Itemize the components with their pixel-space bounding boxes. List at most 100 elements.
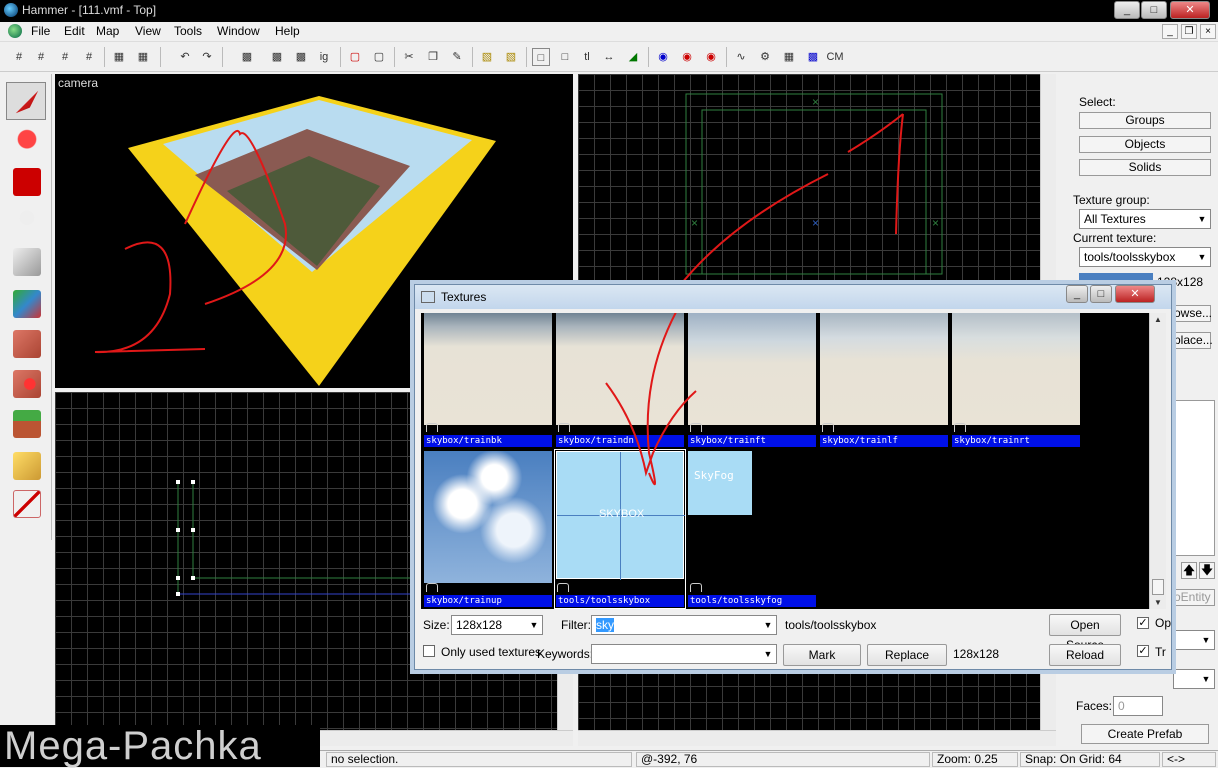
texture-tile[interactable]: SkyFog tools/toolsskyfog [688, 451, 816, 607]
select-groups-button[interactable]: Groups [1079, 112, 1211, 129]
menu-file[interactable]: File [31, 24, 50, 38]
undo-icon[interactable]: ↶ [176, 48, 194, 66]
group-icon[interactable]: ▦ [110, 48, 128, 66]
filter-input[interactable]: sky ▼ [591, 615, 777, 635]
select-solids-button[interactable]: Solids [1079, 159, 1211, 176]
display-area-icon[interactable]: ◉ [702, 48, 720, 66]
texture-browser-icon[interactable]: ▩ [804, 48, 822, 66]
decal-tool-button[interactable] [6, 364, 46, 402]
to-entity-button[interactable]: oEntity [1173, 589, 1215, 606]
top-view-viewport[interactable]: × × × × [578, 74, 1056, 288]
grid-toggle-icon[interactable]: # [10, 48, 28, 66]
close-button[interactable]: ✕ [1170, 1, 1210, 19]
top-view-vscroll[interactable] [1040, 74, 1056, 288]
camera-tool-button[interactable] [6, 162, 46, 200]
menu-edit[interactable]: Edit [64, 24, 85, 38]
move-down-button[interactable]: 🡇 [1199, 562, 1215, 579]
texture-application-button[interactable] [6, 284, 46, 322]
entity-tool-button[interactable] [6, 202, 46, 240]
mark-button[interactable]: Mark [783, 644, 861, 666]
texture-tile[interactable]: skybox/trainft [688, 313, 816, 447]
vertex-tool-button[interactable] [6, 484, 46, 522]
keywords-select[interactable]: ▼ [591, 644, 777, 664]
carve-icon[interactable]: ▩ [238, 48, 256, 66]
copy-icon[interactable]: ❐ [424, 48, 442, 66]
grid-3d-icon[interactable]: # [32, 48, 50, 66]
current-texture-select[interactable]: tools/toolsskybox ▼ [1079, 247, 1211, 267]
entity-report-icon[interactable]: ∿ [732, 48, 750, 66]
menu-tools[interactable]: Tools [174, 24, 202, 38]
option-tr-checkbox[interactable]: ✓ [1137, 645, 1149, 657]
option-op-checkbox[interactable]: ✓ [1137, 617, 1149, 629]
ungroup-icon[interactable]: ▦ [134, 48, 152, 66]
menu-help[interactable]: Help [275, 24, 300, 38]
mdi-minimize-button[interactable]: _ [1162, 24, 1178, 39]
move-to-world-icon[interactable]: ▢ [370, 48, 388, 66]
texture-tile[interactable]: skybox/trainup [424, 451, 552, 607]
rp-dropdown-2[interactable]: ▼ [1173, 669, 1215, 689]
larger-grid-icon[interactable]: # [80, 48, 98, 66]
smaller-grid-icon[interactable]: # [56, 48, 74, 66]
rp-dropdown-1[interactable]: ▼ [1173, 630, 1215, 650]
texture-tile[interactable]: skybox/traindn [556, 313, 684, 447]
hide-items-icon[interactable]: ▧ [478, 48, 496, 66]
size-select[interactable]: 128x128 ▼ [451, 615, 543, 635]
texture-tile[interactable]: skybox/trainrt [952, 313, 1080, 447]
browse-button[interactable]: owse... [1173, 305, 1212, 322]
apply-texture-button[interactable] [6, 324, 46, 362]
check-problems-icon[interactable]: ⚙ [756, 48, 774, 66]
side-view-viewport[interactable] [578, 670, 1056, 746]
redo-icon[interactable]: ↷ [198, 48, 216, 66]
open-source-button[interactable]: Open Source [1049, 614, 1121, 652]
menu-map[interactable]: Map [96, 24, 119, 38]
textures-dialog-titlebar[interactable]: Textures _ □ ✕ [415, 285, 1171, 309]
flip-icon[interactable]: ◢ [624, 48, 642, 66]
move-up-button[interactable]: 🡅 [1181, 562, 1197, 579]
dialog-close-button[interactable]: ✕ [1115, 285, 1155, 303]
side-view-hscroll[interactable] [578, 730, 1056, 746]
document-icon[interactable] [8, 24, 22, 38]
texture-list-box[interactable] [1173, 400, 1215, 556]
replace-texture-button[interactable]: place... [1173, 332, 1213, 349]
cut-icon[interactable]: ✂ [400, 48, 418, 66]
faces-spinner[interactable]: 0 [1113, 696, 1163, 716]
texture-group-select[interactable]: All Textures ▼ [1079, 209, 1211, 229]
replace-button[interactable]: Replace [867, 644, 947, 666]
reload-button[interactable]: Reload [1049, 644, 1121, 666]
magnify-tool-button[interactable] [6, 122, 46, 160]
maximize-button[interactable]: □ [1141, 1, 1167, 19]
selection-tool-button[interactable] [6, 82, 46, 120]
minimize-button[interactable]: _ [1114, 1, 1140, 19]
side-view-vscroll[interactable] [1040, 670, 1056, 730]
texture-lock-icon[interactable]: ▩ [292, 48, 310, 66]
texture-tile[interactable]: skybox/trainbk [424, 313, 552, 447]
paste-icon[interactable]: ✎ [448, 48, 466, 66]
show-items-icon[interactable]: ▧ [502, 48, 520, 66]
dialog-minimize-button[interactable]: _ [1066, 285, 1088, 303]
mdi-close-button[interactable]: × [1200, 24, 1216, 39]
align-icon[interactable]: ↔ [600, 48, 618, 66]
ignore-groups-icon[interactable]: ig [315, 48, 333, 66]
mdi-restore-button[interactable]: ❐ [1181, 24, 1197, 39]
overlay-tool-button[interactable] [6, 404, 46, 442]
clipping-tool-button[interactable] [6, 446, 46, 484]
selection-handles-icon[interactable]: □ [532, 48, 550, 66]
display-model-icon[interactable]: ◉ [654, 48, 672, 66]
cm-icon[interactable]: CM [824, 48, 846, 66]
select-box-icon[interactable]: □ [556, 48, 574, 66]
texture-grid-vscroll[interactable]: ▲ ▼ [1149, 313, 1166, 609]
map-info-icon[interactable]: ▦ [780, 48, 798, 66]
hollow-icon[interactable]: ▩ [268, 48, 286, 66]
only-used-textures-checkbox[interactable] [423, 645, 435, 657]
tl-icon[interactable]: tl [578, 48, 596, 66]
texture-tile-selected[interactable]: SKYBOX tools/toolsskybox [554, 449, 686, 609]
create-prefab-button[interactable]: Create Prefab [1081, 724, 1209, 744]
display-visgroup-icon[interactable]: ◉ [678, 48, 696, 66]
dialog-maximize-button[interactable]: □ [1090, 285, 1112, 303]
tie-to-entity-icon[interactable]: ▢ [346, 48, 364, 66]
scroll-thumb[interactable] [1152, 579, 1164, 595]
menu-view[interactable]: View [135, 24, 161, 38]
menu-window[interactable]: Window [217, 24, 260, 38]
texture-tile[interactable]: skybox/trainlf [820, 313, 948, 447]
select-objects-button[interactable]: Objects [1079, 136, 1211, 153]
